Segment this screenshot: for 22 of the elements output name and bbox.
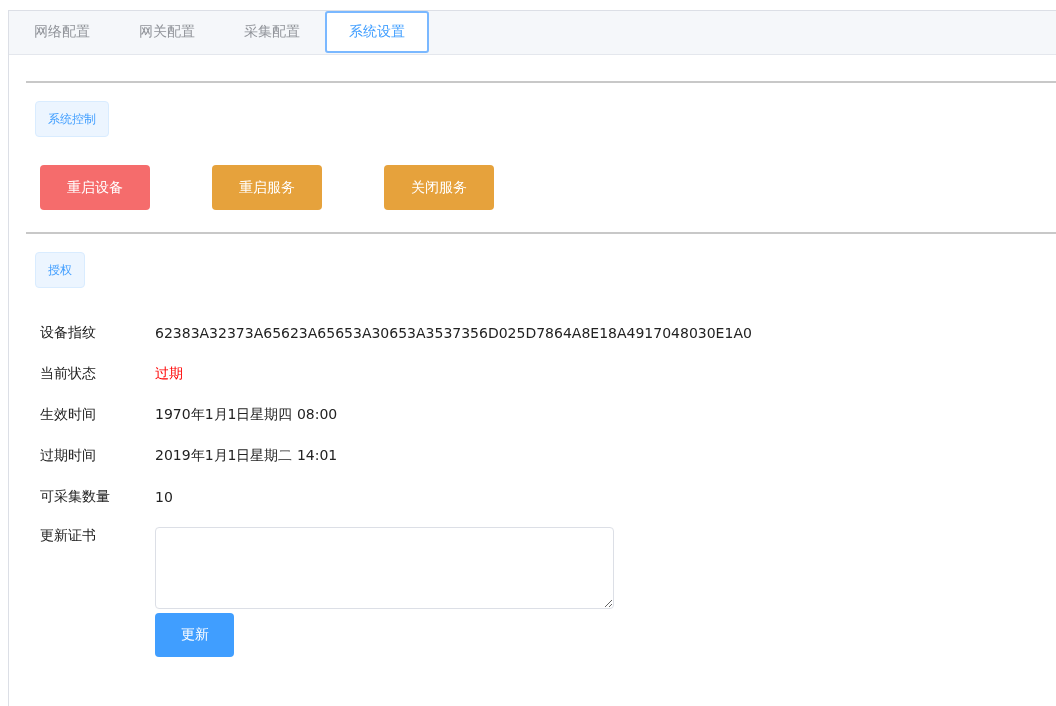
action-button[interactable]: 关闭服务	[384, 165, 494, 210]
field-label: 更新证书	[40, 527, 97, 545]
tab[interactable]: 网络配置	[10, 11, 114, 53]
tab[interactable]: 系统设置	[325, 11, 429, 53]
field-label: 过期时间	[40, 446, 97, 465]
certificate-field[interactable]	[155, 527, 614, 609]
field-value: 62383A32373A65623A65653A30653A3537356D025D7864A8E18A4917048030E1A0	[155, 324, 752, 341]
tab[interactable]: 网关配置	[115, 11, 219, 53]
section-tag: 授权	[35, 252, 85, 288]
action-button[interactable]: 重启设备	[40, 165, 150, 210]
field-value: 2019年1月1日星期二 14:01	[155, 446, 338, 465]
field-label: 设备指纹	[40, 323, 97, 342]
field-value: 1970年1月1日星期四 08:00	[155, 405, 338, 424]
field-label: 可采集数量	[40, 487, 111, 506]
tab[interactable]: 采集配置	[220, 11, 324, 53]
section-tag: 系统控制	[35, 101, 109, 137]
field-value: 过期	[155, 364, 183, 383]
update-button[interactable]: 更新	[155, 613, 234, 657]
action-button[interactable]: 重启服务	[212, 165, 322, 210]
field-label: 当前状态	[40, 364, 97, 383]
field-label: 生效时间	[40, 405, 97, 424]
field-value: 10	[155, 488, 173, 505]
